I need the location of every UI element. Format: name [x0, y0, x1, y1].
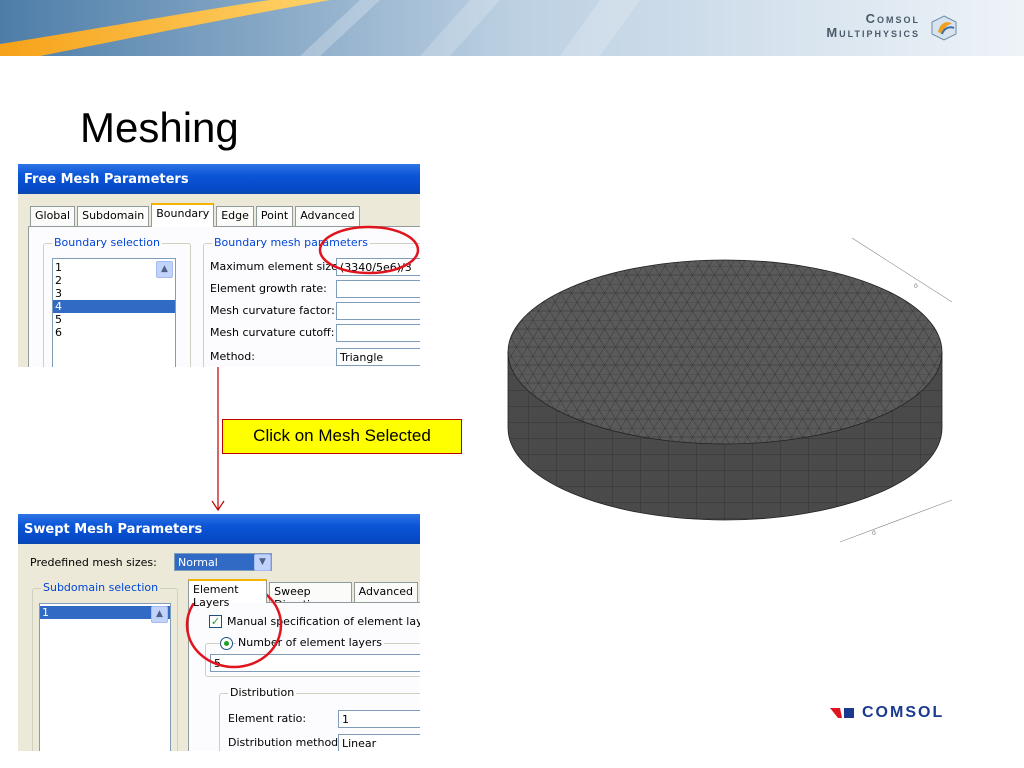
- element-growth-rate-label: Element growth rate:: [210, 282, 327, 295]
- mesh-cylinder-render: 0 0: [507, 237, 953, 543]
- swept-mesh-title: Swept Mesh Parameters: [18, 514, 420, 544]
- boundary-listbox[interactable]: 1 2 3 4 5 6 ▲: [52, 258, 176, 367]
- tab-boundary[interactable]: Boundary: [151, 203, 215, 227]
- mesh-curvature-cutoff-input[interactable]: [336, 324, 420, 342]
- scroll-up-icon[interactable]: ▲: [151, 606, 168, 623]
- header-banner: Comsol Multiphysics: [0, 0, 1024, 56]
- element-ratio-label: Element ratio:: [228, 712, 307, 725]
- tab-subdomain[interactable]: Subdomain: [77, 206, 150, 226]
- list-item[interactable]: 5: [53, 313, 175, 326]
- method-label: Method:: [210, 350, 255, 363]
- swept-mesh-tabs: Element Layers Sweep Direction Advanced: [188, 579, 420, 611]
- slide-title: Meshing: [80, 104, 239, 151]
- subdomain-listbox[interactable]: 1 ▲: [39, 603, 171, 751]
- element-ratio-input[interactable]: 1: [338, 710, 420, 728]
- tab-global[interactable]: Global: [30, 206, 76, 226]
- subdomain-selection-group: Subdomain selection 1 ▲: [32, 581, 178, 751]
- axis-tick-label: 0: [872, 530, 876, 537]
- tab-element-layers[interactable]: Element Layers: [188, 579, 268, 609]
- chevron-down-icon[interactable]: ▼: [254, 554, 271, 571]
- brand-line1: Comsol: [865, 11, 920, 26]
- tab-advanced[interactable]: Advanced: [295, 206, 360, 226]
- brand-wordmark: Comsol Multiphysics: [826, 12, 920, 40]
- method-select[interactable]: Triangle: [336, 348, 420, 366]
- brand-line2: Multiphysics: [826, 25, 920, 40]
- boundary-selection-group: Boundary selection 1 2 3 4 5 6 ▲: [43, 236, 191, 367]
- highlight-circle-top: [318, 225, 420, 275]
- mesh-curvature-factor-label: Mesh curvature factor:: [210, 304, 335, 317]
- tab-point[interactable]: Point: [255, 206, 294, 226]
- distribution-method-select[interactable]: Linear: [338, 734, 420, 751]
- distribution-legend: Distribution: [228, 686, 297, 699]
- element-growth-rate-input[interactable]: [336, 280, 420, 298]
- axis-line: [839, 499, 953, 543]
- predefined-mesh-label: Predefined mesh sizes:: [30, 556, 157, 569]
- scroll-up-icon[interactable]: ▲: [156, 261, 173, 278]
- mesh-curvature-cutoff-label: Mesh curvature cutoff:: [210, 326, 335, 339]
- axis-tick-label: 0: [914, 283, 918, 290]
- footer-brand: COMSOL: [862, 704, 945, 721]
- list-item-selected[interactable]: 4: [53, 300, 175, 313]
- footer-logo: COMSOL: [830, 704, 944, 722]
- distribution-group: Distribution Element ratio: 1 Distributi…: [219, 686, 420, 751]
- tab-advanced[interactable]: Advanced: [353, 582, 418, 602]
- subdomain-selection-legend: Subdomain selection: [41, 581, 161, 594]
- callout-note: Click on Mesh Selected: [222, 419, 462, 454]
- comsol-cube-icon: [931, 15, 957, 41]
- list-item[interactable]: 6: [53, 326, 175, 339]
- free-mesh-tabs: Global Subdomain Boundary Edge Point Adv…: [30, 203, 362, 227]
- distribution-method-label: Distribution method:: [228, 736, 342, 749]
- free-mesh-title: Free Mesh Parameters: [18, 164, 420, 194]
- comsol-logo-icon: [830, 708, 854, 718]
- mesh-curvature-factor-input[interactable]: [336, 302, 420, 320]
- list-item[interactable]: 3: [53, 287, 175, 300]
- tab-edge[interactable]: Edge: [216, 206, 254, 226]
- mesh-top-face: [507, 259, 943, 445]
- boundary-selection-legend: Boundary selection: [52, 236, 162, 249]
